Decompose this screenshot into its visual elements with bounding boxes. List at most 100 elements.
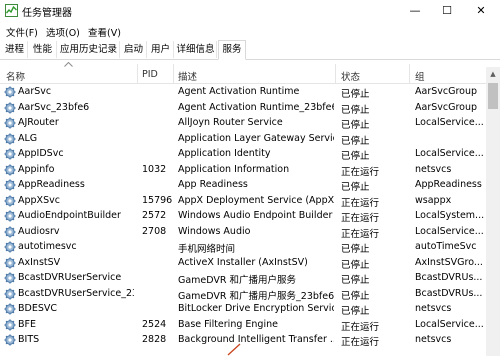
maximize-button[interactable]: ☐ [428,0,466,22]
service-pid: 2572 [142,210,167,221]
tab-bar: 进程 性能 应用历史记录 启动 用户 详细信息 服务 [0,40,500,60]
service-group: AxInstSVGro... [415,256,483,268]
table-row[interactable]: ALG Application Layer Gateway Service 已停止 [0,131,486,147]
service-status: 已停止 [341,104,370,116]
tab-processes[interactable]: 进程 [2,41,28,58]
service-description: App Readiness [178,179,248,190]
service-status: 正在运行 [341,166,380,178]
service-gear-icon [4,210,16,222]
service-name: BcastDVRUserService_23... [18,287,134,299]
service-name: ALG [18,132,38,144]
table-row[interactable]: Audiosrv 2708 Windows Audio 正在运行 LocalServic… [0,224,486,240]
tab-users[interactable]: 用户 [148,41,174,58]
tab-app-history[interactable]: 应用历史记录 [58,41,120,58]
column-description[interactable]: 描述 [178,69,197,83]
service-status: 已停止 [341,275,370,286]
service-description: Background Intelligent Transfer ... [178,334,334,345]
tab-services[interactable]: 服务 [218,40,246,60]
service-status: 正在运行 [341,213,380,224]
tab-performance[interactable]: 性能 [29,41,57,58]
service-description: Application Layer Gateway Service [178,132,334,144]
column-divider[interactable] [335,64,336,84]
close-button[interactable]: ✕ [462,0,500,22]
service-status: 已停止 [341,290,370,302]
column-divider[interactable] [409,64,410,84]
menu-file[interactable]: 文件(F) [6,25,38,39]
service-name: BFE [18,318,36,330]
service-gear-icon [4,179,16,191]
scrollbar-thumb[interactable] [488,83,498,109]
service-status: 已停止 [341,244,370,255]
menu-bar: 文件(F) 选项(O) 查看(V) [0,22,500,40]
services-list: AarSvc Agent Activation Runtime 已停止 AarSvcG… [0,84,486,356]
service-description: Base Filtering Engine [178,318,278,330]
table-row[interactable]: AppXSvc 15796 AppX Deployment Service (App… [0,193,486,209]
tab-details[interactable]: 详细信息 [175,41,217,58]
service-pid: 2708 [142,225,167,237]
table-row[interactable]: AxInstSV ActiveX Installer (AxInstSV) 已停止 A… [0,255,486,271]
service-status: 已停止 [341,120,370,131]
column-status[interactable]: 状态 [341,69,360,83]
service-description: Windows Audio [178,225,251,237]
column-pid[interactable]: PID [142,69,158,80]
service-description: Agent Activation Runtime_23bfe6 [178,101,334,113]
service-group: BcastDVRUs... [415,272,483,283]
service-gear-icon [4,102,16,114]
table-row[interactable]: AppIDSvc Application Identity 已停止 LocalServ… [0,146,486,162]
service-group: LocalSystem... [415,210,485,221]
table-row[interactable]: Appinfo 1032 Application Information 正在运行 ne… [0,162,486,178]
table-row[interactable]: AarSvc Agent Activation Runtime 已停止 AarSvcG… [0,84,486,100]
service-name: AppXSvc [18,194,60,206]
column-name[interactable]: 名称 [6,69,25,83]
table-row[interactable]: AppReadiness App Readiness 已停止 AppReadiness [0,177,486,193]
service-gear-icon [4,288,16,300]
table-row[interactable]: autotimesvc 手机网络时间 已停止 autoTimeSvc [0,239,486,255]
service-name: AxInstSV [18,256,61,268]
vertical-scrollbar[interactable]: ▲ [486,67,500,356]
service-gear-icon [4,195,16,207]
table-row[interactable]: BcastDVRUserService_23... GameDVR 和广播用户服务… [0,286,486,302]
window-title: 任务管理器 [22,8,72,19]
service-group: LocalService... [415,318,484,330]
service-name: AppReadiness [18,179,85,190]
title-bar: 任务管理器 — ☐ ✕ [0,0,500,22]
service-status: 正在运行 [341,337,380,348]
service-gear-icon [4,133,16,145]
service-group: AarSvcGroup [415,101,478,113]
service-status: 已停止 [341,151,370,162]
service-group: BcastDVRUs... [415,287,483,299]
service-gear-icon [4,319,16,331]
menu-options[interactable]: 选项(O) [46,25,80,39]
service-group: LocalService... [415,148,484,159]
service-name: AarSvc_23bfe6 [18,101,90,113]
service-name: AudioEndpointBuilder [18,210,121,221]
table-row[interactable]: AudioEndpointBuilder 2572 Windows Audio En… [0,208,486,224]
column-group[interactable]: 组 [415,69,425,83]
table-row[interactable]: BFE 2524 Base Filtering Engine 正在运行 LocalSer… [0,317,486,333]
service-name: BcastDVRUserService [18,272,122,283]
service-pid: 2524 [142,318,167,330]
service-name: AppIDSvc [18,148,64,159]
service-gear-icon [4,241,16,253]
service-description: Windows Audio Endpoint Builder [178,210,333,221]
menu-view[interactable]: 查看(V) [88,25,121,39]
service-description: AppX Deployment Service (AppX... [178,194,334,206]
mouse-cursor-icon [227,343,241,356]
table-row[interactable]: AarSvc_23bfe6 Agent Activation Runtime_23… [0,100,486,116]
scroll-up-arrow-icon[interactable]: ▲ [486,67,500,81]
service-status: 正在运行 [341,321,380,333]
service-name: BDESVC [18,303,57,314]
table-row[interactable]: BDESVC BitLocker Drive Encryption Service… [0,301,486,317]
table-row[interactable]: BcastDVRUserService GameDVR 和广播用户服务 已停止 Bca… [0,270,486,286]
table-row[interactable]: AJRouter AllJoyn Router Service 已停止 LocalSe… [0,115,486,131]
service-gear-icon [4,226,16,238]
service-gear-icon [4,86,16,98]
tab-startup[interactable]: 启动 [121,41,147,58]
service-description: ActiveX Installer (AxInstSV) [178,256,308,268]
service-gear-icon [4,148,16,160]
service-status: 已停止 [341,89,370,100]
column-divider[interactable] [137,64,138,84]
column-divider[interactable] [173,64,174,84]
table-row[interactable]: BITS 2828 Background Intelligent Transfer … [0,332,486,348]
service-description: Agent Activation Runtime [178,86,300,97]
